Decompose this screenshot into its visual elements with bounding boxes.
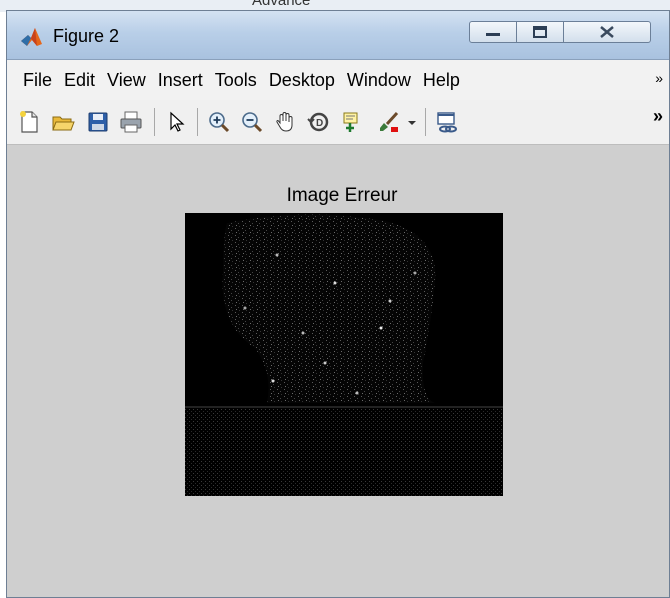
zoom-in-icon[interactable] bbox=[207, 110, 231, 134]
error-image-content bbox=[185, 213, 503, 496]
open-file-icon[interactable] bbox=[51, 110, 75, 134]
menu-desktop[interactable]: Desktop bbox=[263, 70, 341, 91]
figure-toolbar: D » bbox=[7, 100, 669, 145]
svg-text:D: D bbox=[316, 118, 323, 129]
link-plot-icon[interactable] bbox=[435, 110, 459, 134]
figure-canvas: Image Erreur bbox=[7, 145, 669, 597]
brush-icon[interactable] bbox=[377, 110, 401, 134]
error-image bbox=[185, 213, 503, 496]
rotate-3d-icon[interactable]: D bbox=[307, 110, 331, 134]
zoom-out-icon[interactable] bbox=[240, 110, 264, 134]
menu-help[interactable]: Help bbox=[417, 70, 466, 91]
matlab-logo-icon bbox=[21, 28, 42, 46]
print-icon[interactable] bbox=[119, 110, 143, 134]
new-figure-icon[interactable] bbox=[17, 110, 41, 134]
data-cursor-icon[interactable] bbox=[341, 110, 365, 134]
window-title: Figure 2 bbox=[53, 26, 120, 46]
figure-window: Figure 2 File Edit View Insert Tools Des… bbox=[6, 10, 670, 598]
close-icon bbox=[600, 26, 614, 38]
minimize-button[interactable] bbox=[469, 21, 517, 43]
save-icon[interactable] bbox=[86, 110, 110, 134]
background-window-text: Advance bbox=[252, 0, 311, 9]
menu-insert[interactable]: Insert bbox=[152, 70, 209, 91]
menu-file[interactable]: File bbox=[7, 70, 58, 91]
toolbar-separator bbox=[154, 108, 155, 136]
menu-view[interactable]: View bbox=[101, 70, 152, 91]
menu-bar: File Edit View Insert Tools Desktop Wind… bbox=[7, 60, 669, 101]
close-button[interactable] bbox=[563, 21, 651, 43]
axes-title: Image Erreur bbox=[286, 185, 398, 206]
maximize-icon bbox=[533, 26, 547, 38]
menu-tools[interactable]: Tools bbox=[209, 70, 263, 91]
menu-window[interactable]: Window bbox=[341, 70, 417, 91]
dropdown-arrow-icon[interactable] bbox=[405, 110, 419, 134]
toolbar-separator bbox=[425, 108, 426, 136]
menu-edit[interactable]: Edit bbox=[58, 70, 101, 91]
pan-hand-icon[interactable] bbox=[273, 110, 297, 134]
menu-overflow-button[interactable]: » bbox=[655, 70, 663, 86]
minimize-icon bbox=[486, 33, 500, 36]
pointer-icon[interactable] bbox=[165, 110, 189, 134]
toolbar-overflow-button[interactable]: » bbox=[653, 106, 663, 127]
title-bar[interactable]: Figure 2 bbox=[7, 11, 669, 60]
toolbar-separator bbox=[197, 108, 198, 136]
maximize-button[interactable] bbox=[516, 21, 564, 43]
